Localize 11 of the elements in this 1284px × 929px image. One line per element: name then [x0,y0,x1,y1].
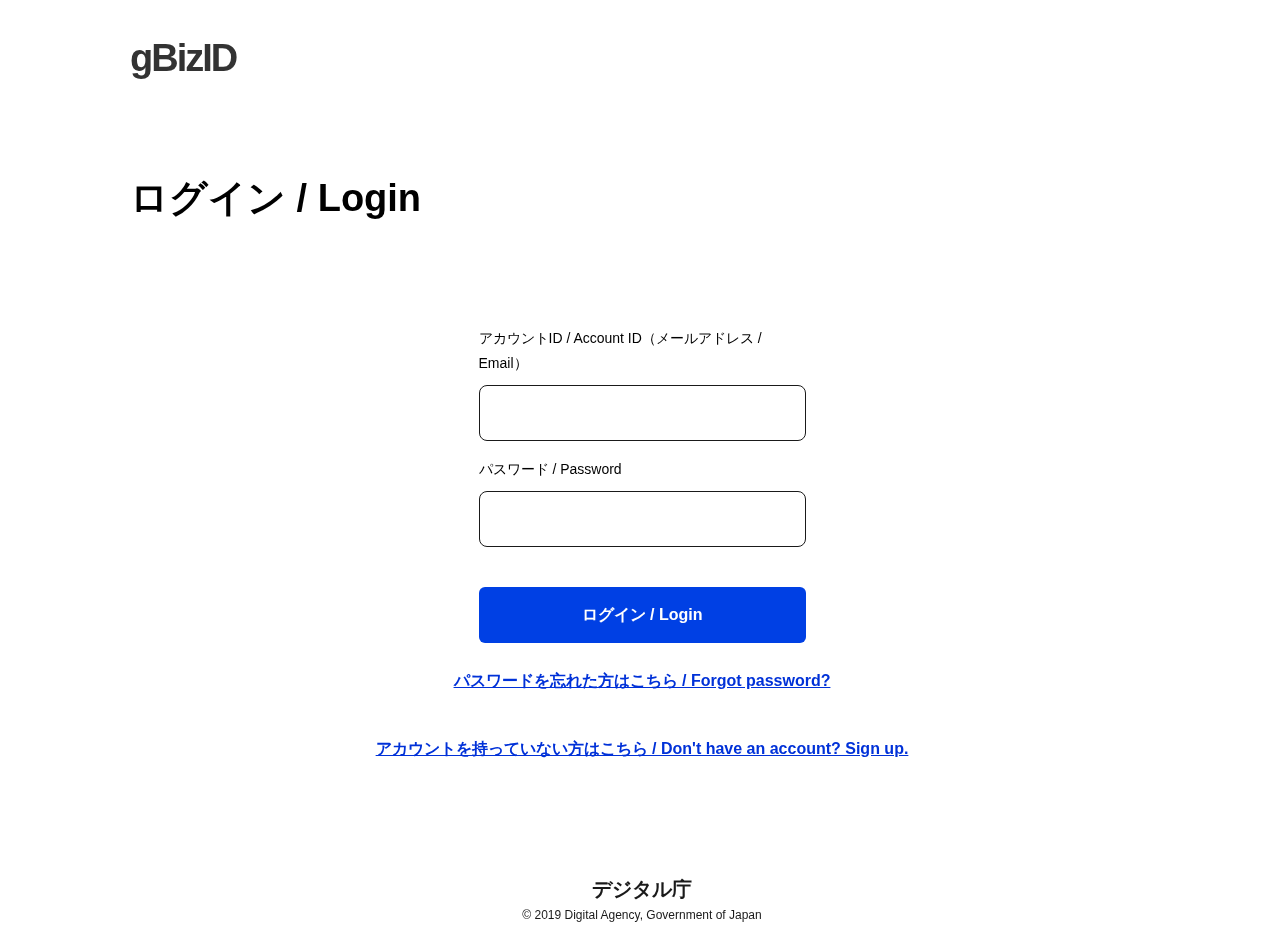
input-field[interactable] [478,385,806,441]
copyright-text: © 2019 Digital Agency, Government of Japan [522,907,762,924]
agency-name: デジタル庁 [592,877,692,902]
field-label: アカウントID / Account ID（メールアドレス / Email） [478,329,763,373]
text-link[interactable]: アカウントを持っていない方はこちら / Don't have an account? Sign up. [375,737,909,760]
login-button[interactable]: ログイン / Login [478,587,806,643]
text-link[interactable]: パスワードを忘れた方はこちら / Forgot password? [453,669,831,692]
field-label: パスワード / Password [478,460,623,479]
page-title: ログイン / Login [129,176,423,221]
logo: gBizID [130,37,237,79]
input-field[interactable] [478,491,806,547]
